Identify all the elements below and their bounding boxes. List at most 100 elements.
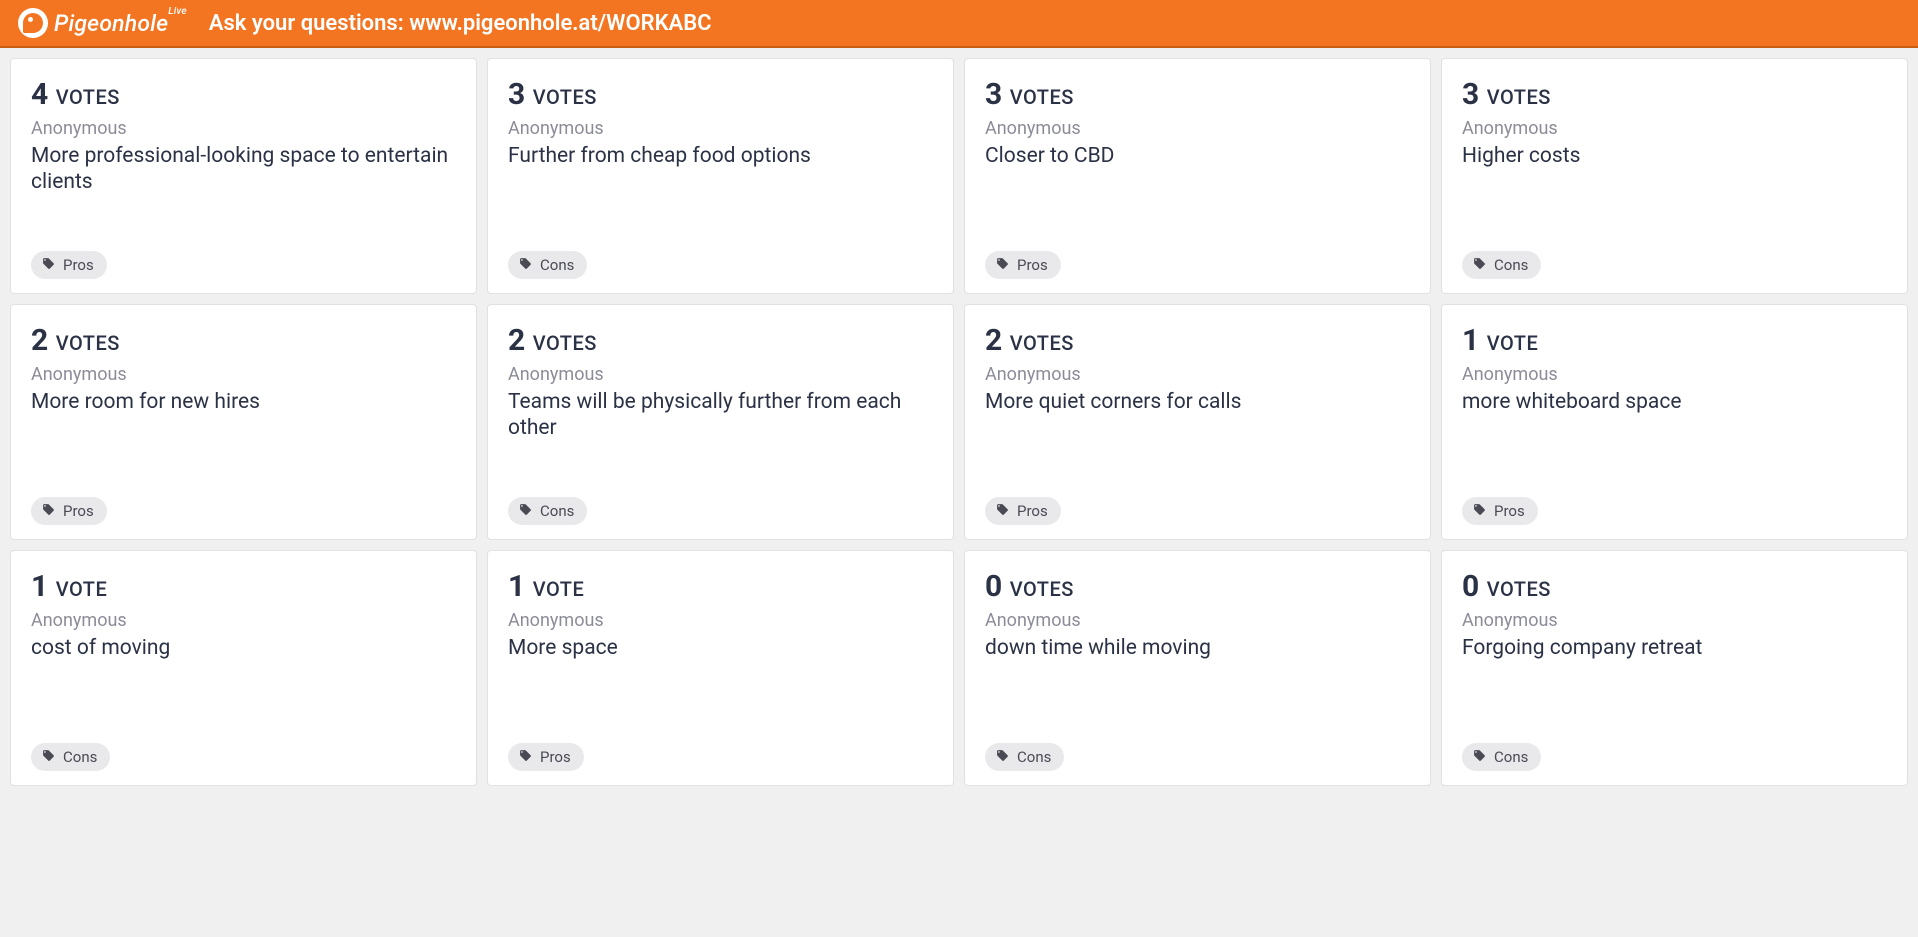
tag-label: Cons (540, 502, 574, 520)
vote-count: 2 (985, 323, 1002, 358)
tag-label: Cons (1494, 748, 1528, 766)
vote-label: VOTE (50, 577, 107, 601)
category-tag[interactable]: Cons (1462, 251, 1541, 279)
tag-label: Pros (1017, 502, 1048, 520)
question-card[interactable]: 2 VOTES Anonymous More quiet corners for c… (964, 304, 1431, 540)
vote-count: 3 (1462, 77, 1479, 112)
vote-count: 0 (985, 569, 1002, 604)
question-card[interactable]: 4 VOTES Anonymous More professional-lookin… (10, 58, 477, 294)
category-tag[interactable]: Cons (985, 743, 1064, 771)
tag-label: Cons (63, 748, 97, 766)
vote-count: 3 (985, 77, 1002, 112)
question-card[interactable]: 3 VOTES Anonymous Closer to CBD Pros (964, 58, 1431, 294)
question-text: More professional-looking space to enter… (31, 143, 456, 196)
vote-label: VOTES (527, 331, 597, 355)
question-card[interactable]: 0 VOTESAnonymousForgoing company retreat… (1441, 550, 1908, 786)
tag-label: Pros (1494, 502, 1525, 520)
question-text: Teams will be physically further from ea… (508, 389, 933, 442)
tag-icon (42, 256, 55, 274)
tag-label: Pros (63, 256, 94, 274)
vote-line: 1 VOTE (508, 569, 933, 604)
tag-icon (1473, 502, 1486, 520)
vote-label: VOTES (1004, 85, 1074, 109)
question-text: cost of moving (31, 635, 456, 661)
bird-icon (18, 8, 48, 38)
vote-line: 2 VOTES (31, 323, 456, 358)
question-card[interactable]: 3 VOTES Anonymous Further from cheap food … (487, 58, 954, 294)
question-text: more whiteboard space (1462, 389, 1887, 415)
author-label: Anonymous (508, 610, 933, 631)
category-tag[interactable]: Cons (508, 497, 587, 525)
category-tag[interactable]: Cons (31, 743, 110, 771)
category-tag[interactable]: Cons (1462, 743, 1541, 771)
vote-label: VOTES (1481, 85, 1551, 109)
question-card[interactable]: 2 VOTESAnonymousMore room for new hiresP… (10, 304, 477, 540)
vote-line: 1 VOTE (1462, 323, 1887, 358)
question-grid: 4 VOTES Anonymous More professional-lookin… (0, 48, 1918, 796)
vote-label: VOTES (1481, 577, 1551, 601)
tag-icon (519, 256, 532, 274)
tag-icon (1473, 256, 1486, 274)
vote-line: 0 VOTES (1462, 569, 1887, 604)
vote-count: 1 (1462, 323, 1479, 358)
question-card[interactable]: 1 VOTE Anonymous more whiteboard space Pros (1441, 304, 1908, 540)
tag-label: Pros (540, 748, 571, 766)
tag-label: Pros (1017, 256, 1048, 274)
question-text: Higher costs (1462, 143, 1887, 169)
tag-label: Pros (63, 502, 94, 520)
vote-line: 3 VOTES (508, 77, 933, 112)
author-label: Anonymous (31, 364, 456, 385)
tag-label: Cons (540, 256, 574, 274)
question-card[interactable]: 1 VOTEAnonymousMore spacePros (487, 550, 954, 786)
question-text: Further from cheap food options (508, 143, 933, 169)
app-header: PigeonholeLive Ask your questions: www.p… (0, 0, 1918, 48)
category-tag[interactable]: Pros (31, 251, 107, 279)
author-label: Anonymous (1462, 610, 1887, 631)
header-prompt: Ask your questions: www.pigeonhole.at/WO… (209, 11, 712, 36)
brand-name: PigeonholeLive (54, 10, 187, 37)
question-card[interactable]: 1 VOTE Anonymous cost of moving Cons (10, 550, 477, 786)
category-tag[interactable]: Pros (985, 251, 1061, 279)
tag-icon (996, 502, 1009, 520)
vote-line: 2 VOTES (508, 323, 933, 358)
vote-count: 1 (31, 569, 48, 604)
question-card[interactable]: 0 VOTESAnonymousdown time while movingCo… (964, 550, 1431, 786)
question-card[interactable]: 3 VOTES Anonymous Higher costs Cons (1441, 58, 1908, 294)
category-tag[interactable]: Cons (508, 251, 587, 279)
author-label: Anonymous (1462, 118, 1887, 139)
category-tag[interactable]: Pros (508, 743, 584, 771)
question-card[interactable]: 2 VOTES Anonymous Teams will be physically… (487, 304, 954, 540)
tag-icon (996, 256, 1009, 274)
author-label: Anonymous (985, 364, 1410, 385)
vote-line: 0 VOTES (985, 569, 1410, 604)
vote-line: 3 VOTES (985, 77, 1410, 112)
vote-count: 4 (31, 77, 48, 112)
author-label: Anonymous (985, 118, 1410, 139)
vote-label: VOTE (527, 577, 584, 601)
tag-label: Cons (1494, 256, 1528, 274)
vote-count: 3 (508, 77, 525, 112)
category-tag[interactable]: Pros (1462, 497, 1538, 525)
vote-count: 2 (31, 323, 48, 358)
vote-label: VOTES (50, 331, 120, 355)
author-label: Anonymous (508, 118, 933, 139)
author-label: Anonymous (508, 364, 933, 385)
question-text: More quiet corners for calls (985, 389, 1410, 415)
vote-count: 2 (508, 323, 525, 358)
tag-icon (519, 748, 532, 766)
tag-icon (42, 748, 55, 766)
author-label: Anonymous (31, 610, 456, 631)
vote-line: 1 VOTE (31, 569, 456, 604)
question-text: Closer to CBD (985, 143, 1410, 169)
vote-count: 0 (1462, 569, 1479, 604)
vote-line: 4 VOTES (31, 77, 456, 112)
vote-line: 2 VOTES (985, 323, 1410, 358)
tag-icon (1473, 748, 1486, 766)
brand-logo: PigeonholeLive (18, 8, 187, 38)
category-tag[interactable]: Pros (985, 497, 1061, 525)
author-label: Anonymous (1462, 364, 1887, 385)
question-text: down time while moving (985, 635, 1410, 661)
author-label: Anonymous (31, 118, 456, 139)
tag-icon (42, 502, 55, 520)
category-tag[interactable]: Pros (31, 497, 107, 525)
